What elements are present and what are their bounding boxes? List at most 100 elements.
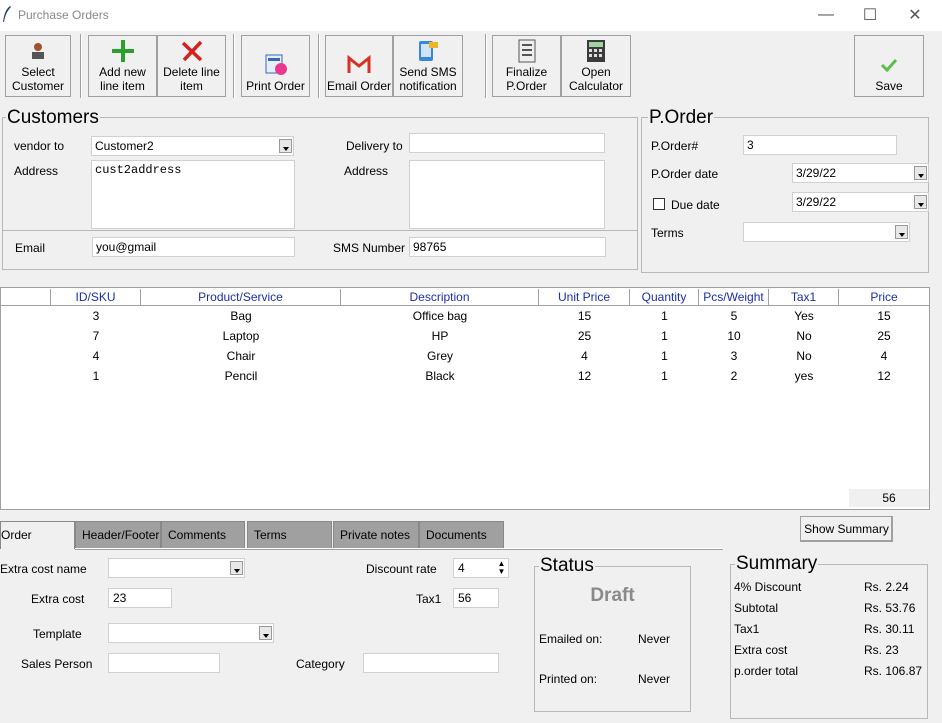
divider [2,230,638,231]
maximize-button[interactable]: ☐ [848,2,892,28]
print-order-button[interactable]: Print Order [241,35,310,97]
table-cell: Grey [426,349,453,363]
save-label: Save [875,79,903,93]
emailed-on-value: Never [638,632,671,646]
chevron-down-icon[interactable] [259,626,272,640]
template-label: Template [33,627,82,641]
table-cell: Office bag [412,309,468,323]
column-header[interactable]: ID/SKU [51,289,141,306]
save-button[interactable]: Save [854,35,924,97]
tab-header-footer[interactable]: Header/Footer [75,521,161,549]
tab-private-notes[interactable]: Private notes [333,521,419,549]
table-cell: Yes [794,309,814,323]
chevron-down-icon[interactable] [895,225,908,239]
toolbar-separator [233,34,235,98]
table-cell: 3 [730,349,738,363]
discount-rate-spinbox[interactable]: 4 ▲ ▼ [453,558,509,578]
column-header[interactable]: Product/Service [141,289,341,306]
sales-person-input[interactable] [108,653,220,673]
table-total: 56 [849,489,929,507]
status-title: Status [539,555,595,576]
category-label: Category [296,657,345,671]
column-header-blank[interactable] [1,289,51,306]
email-order-button[interactable]: Email Order [325,35,393,97]
plus-icon [111,39,135,63]
column-header[interactable]: Quantity [630,289,699,306]
emailed-on-label: Emailed on: [539,632,603,646]
table-row[interactable]: 3 Bag Office bag 15 1 5 Yes 15 [1,306,929,326]
close-window-button[interactable]: ✕ [893,2,937,28]
tab-comments[interactable]: Comments [161,521,245,549]
show-summary-button[interactable]: Show Summary [800,516,893,542]
open-calculator-button[interactable]: Open Calculator [561,35,631,97]
due-date-picker[interactable]: 3/29/22 [792,192,929,212]
send-sms-button[interactable]: Send SMS notification [393,35,463,97]
delete-line-item-button[interactable]: Delete line item [157,35,226,97]
column-header[interactable]: Price [839,289,929,306]
table-cell: yes [794,369,814,383]
discount-rate-value: 4 [458,561,465,575]
table-cell: Bag [230,309,252,323]
tab-documents[interactable]: Documents [419,521,504,549]
delete-line-item-label: Delete line item [163,65,220,93]
chevron-down-icon[interactable] [914,195,927,209]
table-row[interactable]: 4 Chair Grey 4 1 3 No 4 [1,346,929,366]
category-input[interactable] [363,653,499,673]
sms-number-input[interactable]: 98765 [409,237,606,257]
table-cell: Pencil [224,369,258,383]
chevron-down-icon[interactable] [279,139,292,153]
chevron-down-icon[interactable] [914,166,927,180]
terms-combo[interactable] [743,222,910,242]
terms-label: Terms [651,226,684,240]
calculator-icon [584,39,608,63]
status-state: Draft [590,585,635,606]
table-cell: 1 [92,369,100,383]
address-textarea[interactable]: cust2address [91,160,295,229]
tax1-input[interactable]: 56 [453,588,499,608]
extra-cost-name-combo[interactable] [108,558,245,578]
summary-label: Tax1 [734,622,760,636]
porder-date-picker[interactable]: 3/29/22 [792,163,929,183]
column-header[interactable]: Unit Price [539,289,630,306]
minimize-button[interactable]: — [804,2,848,28]
spin-arrows-icon[interactable]: ▲ ▼ [496,560,507,576]
table-cell: HP [431,329,449,343]
open-calculator-label: Open Calculator [568,65,624,93]
due-date-checkbox[interactable] [653,198,665,210]
table-cell: No [796,349,812,363]
tab-order[interactable]: Order [0,521,75,549]
finalize-porder-label: Finalize P.Order [505,65,548,93]
column-header[interactable]: Tax1 [769,289,839,306]
table-cell: 5 [730,309,738,323]
table-cell: 3 [92,309,100,323]
table-cell: 15 [577,309,592,323]
column-header[interactable]: Pcs/Weight [699,289,769,306]
table-row[interactable]: 7 Laptop HP 25 1 10 No 25 [1,326,929,346]
toolbar-separator [318,34,320,98]
porder-title: P.Order [648,107,715,128]
summary-label: 4% Discount [734,580,802,594]
delivery-to-input[interactable] [409,133,605,153]
tab-terms[interactable]: Terms [247,521,332,549]
email-input[interactable]: you@gmail [92,237,295,257]
column-header[interactable]: Description [341,289,539,306]
table-cell: 25 [577,329,592,343]
table-cell: Chair [226,349,256,363]
add-line-item-button[interactable]: Add new line item [88,35,157,97]
line-items-table[interactable]: ID/SKU Product/Service Description Unit … [0,287,930,510]
table-row[interactable]: 1 Pencil Black 12 1 2 yes 12 [1,366,929,386]
table-cell: 2 [730,369,738,383]
select-customer-button[interactable]: Select Customer [5,35,71,97]
delivery-address-textarea[interactable] [409,160,605,229]
porder-number-input[interactable]: 3 [743,135,897,155]
vendor-to-combo[interactable]: Customer2 [91,136,294,156]
vendor-to-value: Customer2 [95,139,154,153]
summary-value: Rs. 23 [864,643,899,657]
summary-label: Subtotal [734,601,779,615]
delivery-to-label: Delivery to [346,139,403,153]
finalize-porder-button[interactable]: Finalize P.Order [492,35,561,97]
chevron-down-icon[interactable] [230,561,243,575]
email-order-label: Email Order [326,79,391,93]
extra-cost-input[interactable]: 23 [108,588,172,608]
template-combo[interactable] [108,623,274,643]
